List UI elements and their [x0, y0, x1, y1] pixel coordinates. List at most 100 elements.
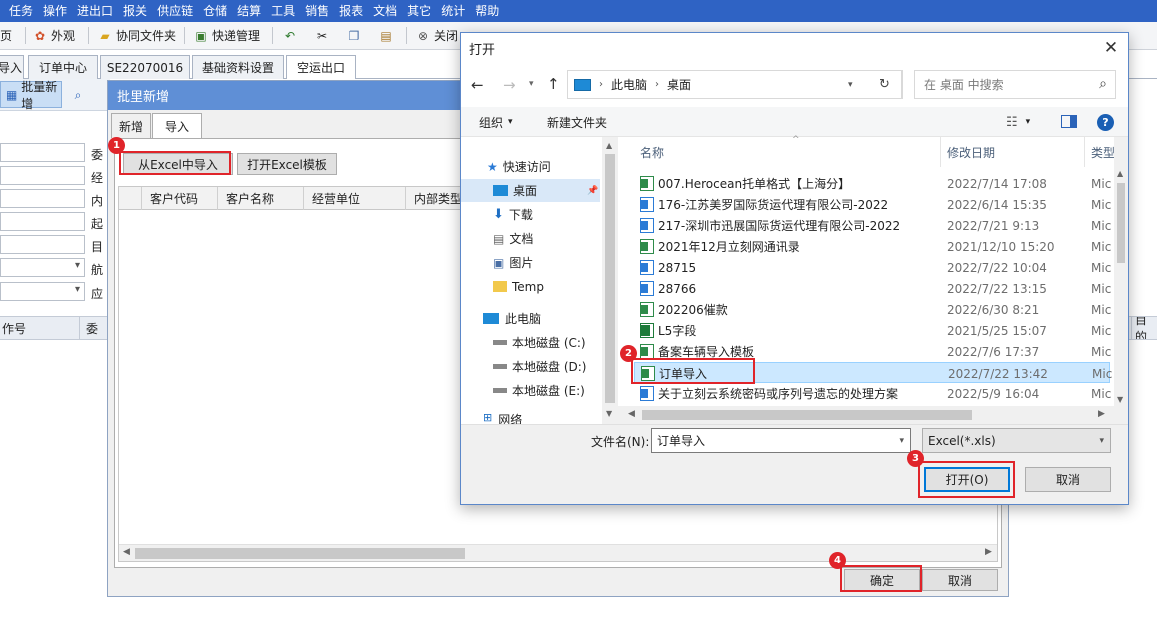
menu-item-documents[interactable]: 文档	[368, 0, 402, 22]
file-row[interactable]: 176-江苏美罗国际货运代理有限公司-2022 2022/6/14 15:35 Mi…	[634, 194, 1111, 215]
appearance-button[interactable]: ✿ 外观	[32, 22, 75, 49]
help-icon[interactable]: ?	[1097, 114, 1114, 131]
tab-import[interactable]: 导入	[0, 55, 24, 79]
collab-folder-button[interactable]: ▰ 协同文件夹	[97, 22, 176, 49]
file-row[interactable]: L5字段 2021/5/25 15:07 Mic	[634, 320, 1111, 341]
nav-scroll-thumb[interactable]	[605, 154, 615, 403]
menu-item-tools[interactable]: 工具	[266, 0, 300, 22]
address-dropdown-icon[interactable]: ▾	[848, 80, 853, 90]
scroll-thumb[interactable]	[135, 548, 465, 559]
menu-item-supply-chain[interactable]: 供应链	[152, 0, 198, 22]
tab-import-active[interactable]: 导入	[152, 113, 202, 139]
file-hscroll-thumb[interactable]	[642, 410, 972, 420]
copy-button[interactable]: ❐	[346, 22, 362, 49]
nav-documents[interactable]: ▤ 文档	[461, 227, 600, 250]
batch-add-button[interactable]: ▦ 批量新增	[0, 80, 62, 111]
menu-item-reports[interactable]: 报表	[334, 0, 368, 22]
address-bar[interactable]: › 此电脑 › 桌面 ▾	[567, 70, 903, 99]
import-grid-hscrollbar[interactable]: ◀ ▶	[119, 544, 997, 561]
preview-pane-icon[interactable]	[1061, 115, 1077, 128]
grid-col-customer-name[interactable]: 客户名称	[218, 187, 304, 210]
scroll-up-icon[interactable]: ▲	[606, 141, 612, 150]
nav-desktop[interactable]: 桌面 📌	[461, 179, 600, 202]
nav-drive-c[interactable]: 本地磁盘 (C:)	[461, 331, 600, 354]
form-field-2[interactable]	[0, 166, 85, 185]
cancel-button[interactable]: 取消	[922, 569, 998, 591]
file-vscrollbar[interactable]: ▲ ▼	[1114, 137, 1128, 424]
chevron-down-icon[interactable]: ▾	[899, 436, 904, 446]
new-folder-button[interactable]: 新建文件夹	[547, 107, 607, 137]
grid-col-customer-code[interactable]: 客户代码	[142, 187, 218, 210]
refresh-icon[interactable]: ↻	[868, 70, 902, 99]
tab-se22070016[interactable]: SE22070016	[100, 55, 190, 79]
file-row[interactable]: 28715 2022/7/22 10:04 Mic	[634, 257, 1111, 278]
grid-col-destination[interactable]: 目的	[1131, 317, 1157, 339]
menu-item-task[interactable]: 任务	[0, 0, 38, 22]
scroll-left-icon[interactable]: ◀	[123, 547, 130, 557]
home-button[interactable]: 主页	[0, 22, 12, 49]
form-field-4[interactable]	[0, 212, 85, 231]
breadcrumb-desktop[interactable]: 桌面	[667, 76, 691, 93]
col-name[interactable]: 名称 ^	[634, 135, 941, 167]
col-type[interactable]: 类型	[1085, 137, 1114, 167]
nav-pictures[interactable]: ▣ 图片	[461, 251, 600, 274]
form-field-3[interactable]	[0, 189, 85, 208]
paste-button[interactable]: ▤	[378, 22, 394, 49]
grid-col-business-unit[interactable]: 经营单位	[304, 187, 406, 210]
forward-arrow-icon[interactable]: →	[503, 76, 516, 94]
file-row[interactable]: 202206催款 2022/6/30 8:21 Mic	[634, 299, 1111, 320]
filename-input[interactable]: 订单导入 ▾	[651, 428, 911, 453]
form-dropdown-1[interactable]	[0, 258, 85, 277]
scroll-right-icon[interactable]: ▶	[1098, 409, 1105, 419]
nav-scrollbar[interactable]: ▲ ▼	[602, 137, 618, 424]
menu-item-customs[interactable]: 报关	[118, 0, 152, 22]
breadcrumb-this-pc[interactable]: 此电脑	[611, 76, 647, 93]
form-dropdown-2[interactable]	[0, 282, 85, 301]
scroll-down-icon[interactable]: ▼	[606, 409, 612, 418]
menu-item-operation[interactable]: 操作	[38, 0, 72, 22]
menu-item-settlement[interactable]: 结算	[232, 0, 266, 22]
nav-quick-access[interactable]: ★ 快速访问	[461, 155, 600, 178]
express-management-button[interactable]: ▣ 快递管理	[193, 22, 260, 49]
close-tab-button[interactable]: ⊗ 关闭	[415, 22, 458, 49]
cut-button[interactable]: ✂	[314, 22, 330, 49]
history-chevron-icon[interactable]: ▾	[529, 79, 534, 89]
nav-this-pc[interactable]: 此电脑	[461, 307, 600, 330]
accumulate-button[interactable]: ⌕	[70, 81, 86, 108]
view-options-button[interactable]: ☷ ▾	[1006, 107, 1030, 137]
file-row[interactable]: 2021年12月立刻网通讯录 2021/12/10 15:20 Mic	[634, 236, 1111, 257]
nav-network[interactable]: ⊞ 网络	[461, 411, 600, 424]
open-excel-template-button[interactable]: 打开Excel模板	[237, 153, 337, 175]
file-row[interactable]: 关于立刻云系统密码或序列号遗忘的处理方案 2022/5/9 16:04 Mic	[634, 383, 1111, 404]
grid-col-job-no[interactable]: 作号	[0, 317, 80, 339]
tab-order-center[interactable]: 订单中心	[28, 55, 98, 79]
file-row[interactable]: 217-深圳市迅展国际货运代理有限公司-2022 2022/7/21 9:13 Mi…	[634, 215, 1111, 236]
tab-basic-settings[interactable]: 基础资料设置	[192, 55, 284, 79]
scroll-up-icon[interactable]: ▲	[1117, 169, 1123, 178]
menu-item-other[interactable]: 其它	[402, 0, 436, 22]
menu-item-statistics[interactable]: 统计	[436, 0, 470, 22]
file-hscrollbar[interactable]: ◀ ▶	[618, 406, 1114, 424]
tab-air-export[interactable]: 空运出口	[286, 55, 356, 79]
up-arrow-icon[interactable]: ↑	[547, 75, 560, 93]
search-input[interactable]: 在 桌面 中搜索 ⌕	[914, 70, 1116, 99]
nav-drive-e[interactable]: 本地磁盘 (E:)	[461, 379, 600, 402]
undo-button[interactable]: ↶	[282, 22, 298, 49]
organize-button[interactable]: 组织 ▾	[479, 107, 513, 137]
menu-item-sales[interactable]: 销售	[300, 0, 334, 22]
scroll-right-icon[interactable]: ▶	[985, 547, 992, 557]
menu-item-help[interactable]: 帮助	[470, 0, 504, 22]
col-date-modified[interactable]: 修改日期	[941, 137, 1085, 167]
close-icon[interactable]: ✕	[1100, 37, 1122, 59]
scroll-down-icon[interactable]: ▼	[1117, 395, 1123, 404]
nav-drive-d[interactable]: 本地磁盘 (D:)	[461, 355, 600, 378]
file-row[interactable]: 007.Herocean托单格式【上海分】 2022/7/14 17:08 Mic	[634, 173, 1111, 194]
scroll-left-icon[interactable]: ◀	[628, 409, 635, 419]
file-row[interactable]: 28766 2022/7/22 13:15 Mic	[634, 278, 1111, 299]
file-type-select[interactable]: Excel(*.xls) ▾	[922, 428, 1111, 453]
form-field-5[interactable]	[0, 235, 85, 254]
nav-downloads[interactable]: ⬇ 下载	[461, 203, 600, 226]
form-field-1[interactable]	[0, 143, 85, 162]
open-cancel-button[interactable]: 取消	[1025, 467, 1111, 492]
back-arrow-icon[interactable]: ←	[471, 76, 484, 94]
